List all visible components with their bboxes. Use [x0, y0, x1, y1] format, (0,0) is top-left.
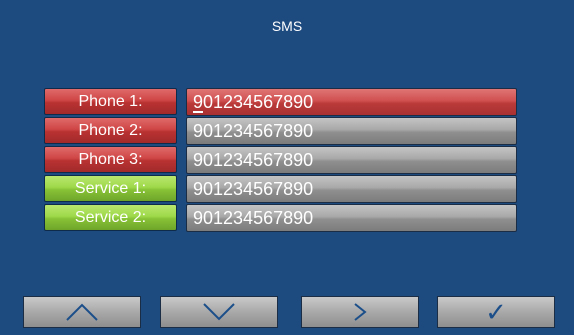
- service-1-label: Service 1:: [44, 175, 177, 202]
- down-icon: [203, 303, 235, 321]
- phone-3-field[interactable]: 901234567890: [186, 146, 517, 174]
- sms-screen: SMS Phone 1: 901234567890 Phone 2: 90123…: [0, 0, 574, 335]
- phone-2-label: Phone 2:: [44, 117, 177, 144]
- phone-1-value: 901234567890: [193, 92, 314, 112]
- service-2-value: 901234567890: [193, 208, 314, 228]
- next-button[interactable]: [301, 296, 419, 328]
- up-icon: [66, 303, 98, 321]
- service-2-field[interactable]: 901234567890: [186, 204, 517, 232]
- phone-1-field[interactable]: 901234567890: [186, 88, 517, 116]
- confirm-button[interactable]: ✓: [437, 296, 555, 328]
- phone-3-label: Phone 3:: [44, 146, 177, 173]
- right-icon: [354, 303, 367, 321]
- up-button[interactable]: [23, 296, 141, 328]
- text-cursor: [193, 111, 203, 113]
- service-1-field[interactable]: 901234567890: [186, 175, 517, 203]
- service-2-label: Service 2:: [44, 204, 177, 231]
- down-button[interactable]: [160, 296, 278, 328]
- phone-2-field[interactable]: 901234567890: [186, 117, 517, 145]
- page-title: SMS: [271, 18, 303, 34]
- service-1-value: 901234567890: [193, 179, 314, 199]
- phone-2-value: 901234567890: [193, 121, 314, 141]
- phone-3-value: 901234567890: [193, 150, 314, 170]
- check-icon: ✓: [485, 297, 507, 327]
- phone-1-label: Phone 1:: [44, 88, 177, 115]
